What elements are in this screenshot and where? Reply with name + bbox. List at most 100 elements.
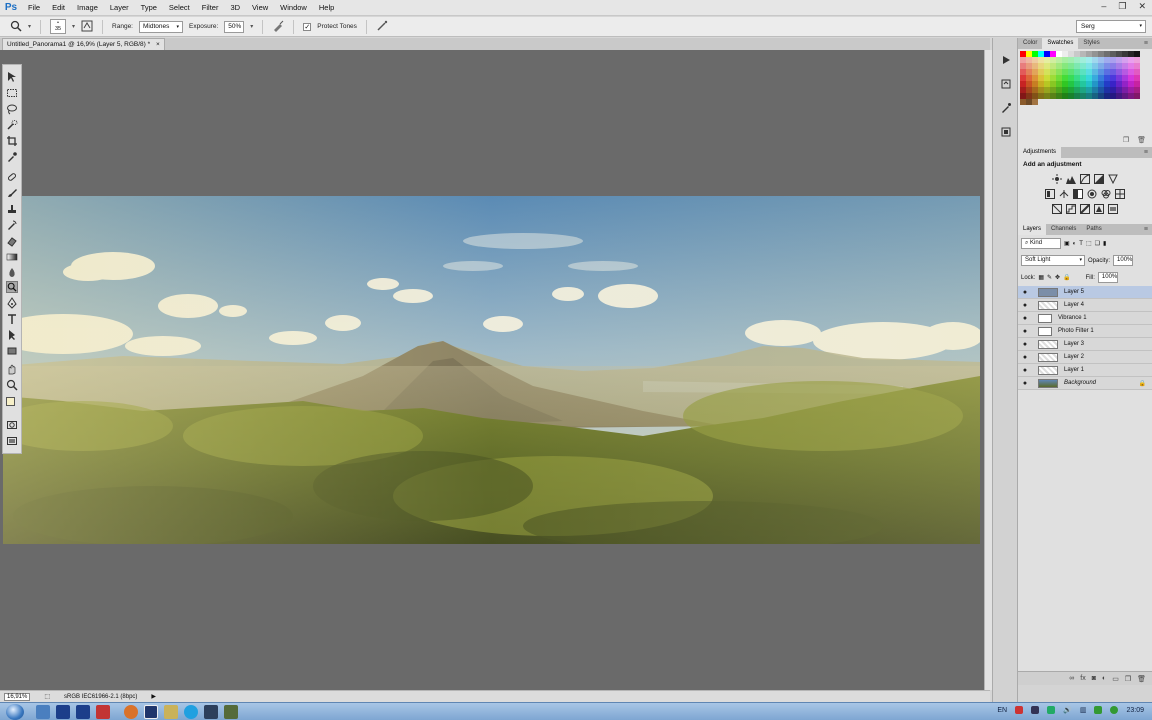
- pen-tool-icon[interactable]: [6, 297, 18, 309]
- layer-row[interactable]: ● Background 🔒: [1018, 377, 1152, 390]
- new-group-icon[interactable]: ▭: [1112, 675, 1119, 683]
- rectangle-tool-icon[interactable]: [6, 345, 18, 357]
- menu-filter[interactable]: Filter: [196, 3, 225, 12]
- crop-tool-icon[interactable]: [6, 135, 18, 147]
- layer-style-icon[interactable]: fx: [1080, 675, 1085, 682]
- levels-icon[interactable]: [1066, 174, 1076, 184]
- tab-swatches[interactable]: Swatches: [1042, 38, 1079, 49]
- language-indicator[interactable]: EN: [997, 707, 1007, 714]
- photoshop-active-taskbar-icon[interactable]: [144, 704, 158, 719]
- sponge-tool-icon[interactable]: [6, 281, 18, 293]
- zoom-tool-icon[interactable]: [6, 379, 18, 391]
- exposure-input[interactable]: 50%: [224, 20, 245, 33]
- new-layer-icon[interactable]: ❐: [1125, 675, 1131, 683]
- tray-app-icon[interactable]: [1047, 706, 1056, 714]
- screen-mode-icon[interactable]: [6, 435, 18, 447]
- status-info-icon[interactable]: ⬚: [44, 693, 50, 700]
- layer-row[interactable]: ● Layer 3: [1018, 338, 1152, 351]
- photo-filter-icon[interactable]: [1087, 189, 1097, 199]
- visibility-eye-icon[interactable]: ●: [1018, 354, 1032, 361]
- color-lookup-icon[interactable]: [1115, 188, 1125, 199]
- clock[interactable]: 23:09: [1126, 707, 1144, 714]
- fill-input[interactable]: 100%: [1097, 272, 1118, 283]
- vertical-scrollbar[interactable]: [984, 50, 992, 690]
- layer-row[interactable]: ● Layer 2: [1018, 351, 1152, 364]
- blend-mode-select[interactable]: Soft Light ▾: [1021, 255, 1085, 266]
- new-adjustment-icon[interactable]: ◐: [1102, 675, 1106, 682]
- menu-window[interactable]: Window: [274, 3, 313, 12]
- menu-type[interactable]: Type: [135, 3, 163, 12]
- lock-icon[interactable]: 🔒: [1139, 380, 1146, 387]
- tool-preset-arrow-icon[interactable]: ▾: [28, 23, 31, 30]
- channel-mixer-icon[interactable]: [1101, 189, 1111, 199]
- filter-smart-object-icon[interactable]: ❑: [1095, 240, 1100, 247]
- add-mask-icon[interactable]: ◙: [1092, 675, 1096, 682]
- protect-tones-checkbox[interactable]: ✓: [303, 22, 312, 31]
- lock-all-icon[interactable]: 🔒: [1063, 274, 1070, 281]
- brush-picker-arrow-icon[interactable]: ▾: [72, 23, 75, 30]
- tab-color[interactable]: Color: [1018, 38, 1042, 49]
- acrobat-taskbar-icon[interactable]: [96, 704, 110, 719]
- brightness-contrast-icon[interactable]: [1052, 173, 1062, 184]
- tab-adjustments[interactable]: Adjustments: [1018, 147, 1062, 158]
- link-layers-icon[interactable]: ∞: [1069, 675, 1074, 682]
- photoshop-taskbar-icon[interactable]: [56, 704, 70, 719]
- menu-file[interactable]: File: [22, 3, 46, 12]
- close-button[interactable]: ✕: [1138, 1, 1146, 12]
- hand-tool-icon[interactable]: [6, 363, 18, 375]
- new-swatch-icon[interactable]: ❐: [1123, 136, 1129, 144]
- visibility-eye-icon[interactable]: ●: [1018, 289, 1032, 296]
- selective-color-icon[interactable]: [1094, 203, 1104, 214]
- network-icon[interactable]: ▥: [1080, 706, 1087, 714]
- visibility-eye-icon[interactable]: ●: [1018, 380, 1032, 387]
- delete-layer-icon[interactable]: 🗑: [1137, 675, 1146, 683]
- filter-pixel-icon[interactable]: ▣: [1064, 240, 1070, 247]
- workspace-select[interactable]: Serg ▾: [1076, 20, 1146, 33]
- layer-row[interactable]: ● Layer 1: [1018, 364, 1152, 377]
- menu-edit[interactable]: Edit: [46, 3, 71, 12]
- type-tool-icon[interactable]: [6, 313, 18, 325]
- posterize-icon[interactable]: [1066, 203, 1076, 214]
- path-selection-tool-icon[interactable]: [6, 329, 18, 341]
- tray-app-icon[interactable]: [1015, 706, 1024, 714]
- exposure-icon[interactable]: [1094, 173, 1104, 184]
- eyedropper-tool-icon[interactable]: [6, 151, 18, 163]
- tab-styles[interactable]: Styles: [1078, 38, 1104, 49]
- start-button-icon[interactable]: [6, 703, 24, 720]
- history-brush-tool-icon[interactable]: [6, 219, 18, 231]
- panel-menu-icon[interactable]: ≡: [1144, 38, 1148, 49]
- lock-transparent-icon[interactable]: ▦: [1038, 274, 1044, 281]
- filter-toggle-icon[interactable]: ▮: [1103, 240, 1106, 247]
- clone-stamp-tool-icon[interactable]: [6, 203, 18, 215]
- panel-menu-icon[interactable]: ≡: [1144, 224, 1148, 235]
- lightroom-taskbar-icon[interactable]: [76, 704, 90, 719]
- close-tab-icon[interactable]: ×: [156, 41, 160, 48]
- menu-view[interactable]: View: [246, 3, 274, 12]
- layer-row[interactable]: ● Layer 5: [1018, 286, 1152, 299]
- filter-shape-icon[interactable]: ⬚: [1086, 240, 1092, 247]
- menu-image[interactable]: Image: [71, 3, 104, 12]
- color-swatches-icon[interactable]: [6, 397, 20, 411]
- brush-presets-icon[interactable]: [1000, 102, 1012, 114]
- visibility-eye-icon[interactable]: ●: [1018, 341, 1032, 348]
- visibility-eye-icon[interactable]: ●: [1018, 302, 1032, 309]
- layer-row[interactable]: ● Photo Filter 1: [1018, 325, 1152, 338]
- visibility-eye-icon[interactable]: ●: [1018, 367, 1032, 374]
- delete-swatch-icon[interactable]: 🗑: [1137, 136, 1146, 144]
- exposure-slider-arrow-icon[interactable]: ▾: [250, 23, 253, 30]
- firefox-taskbar-icon[interactable]: [124, 704, 138, 719]
- restore-button[interactable]: ❐: [1118, 1, 1126, 12]
- airbrush-icon[interactable]: [272, 20, 284, 34]
- marquee-tool-icon[interactable]: [6, 87, 18, 99]
- status-menu-arrow-icon[interactable]: ▶: [151, 693, 156, 700]
- threshold-icon[interactable]: [1080, 203, 1090, 214]
- opacity-input[interactable]: 100%: [1113, 255, 1134, 266]
- healing-brush-tool-icon[interactable]: [6, 171, 18, 183]
- tablet-pressure-icon[interactable]: [376, 20, 388, 34]
- app-taskbar-icon[interactable]: [224, 704, 238, 719]
- minimize-button[interactable]: –: [1101, 1, 1106, 12]
- foreground-color-icon[interactable]: [6, 397, 15, 406]
- zoom-level[interactable]: 16,91%: [4, 692, 31, 701]
- clone-source-icon[interactable]: [1000, 126, 1012, 138]
- curves-icon[interactable]: [1080, 173, 1090, 184]
